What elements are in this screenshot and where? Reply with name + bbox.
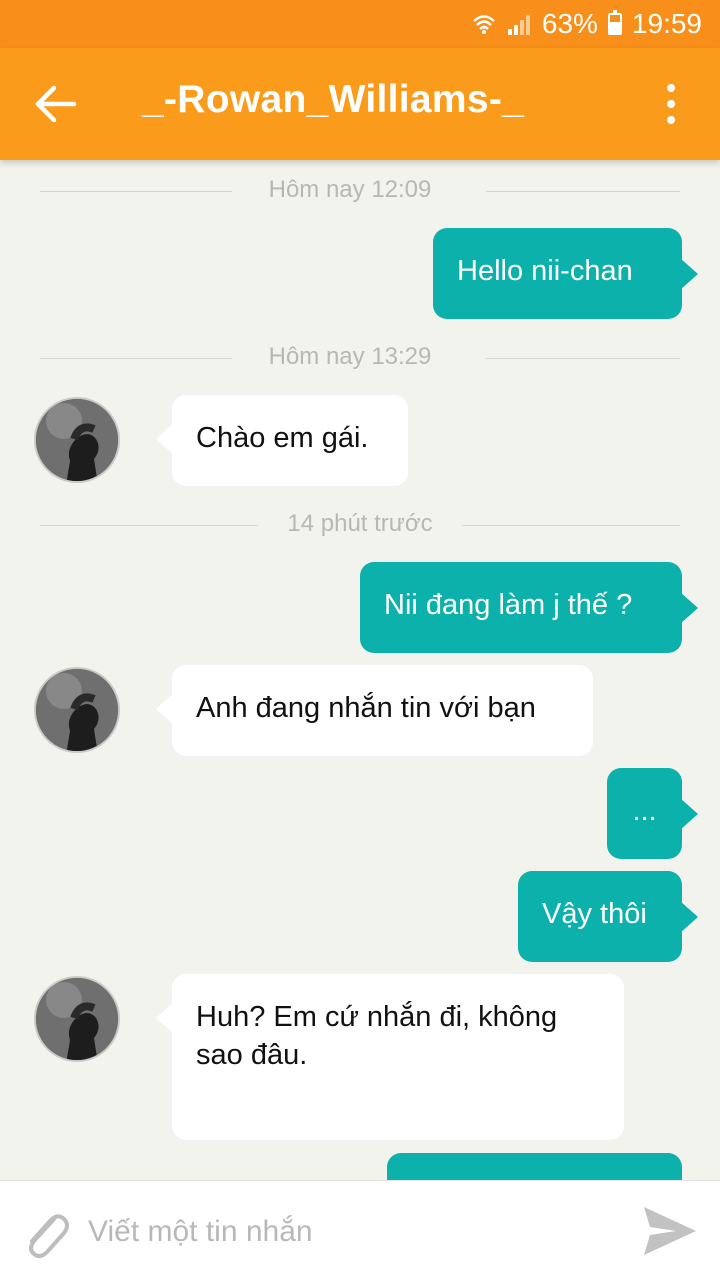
divider-label: Hôm nay 13:29 bbox=[268, 343, 432, 370]
message-bubble-outgoing[interactable]: Hello nii-chan bbox=[433, 228, 698, 319]
message-text: Vậy thôi bbox=[542, 898, 647, 930]
composer-bar bbox=[0, 1180, 720, 1280]
message-bubble-outgoing[interactable]: ... bbox=[607, 768, 698, 859]
avatar[interactable] bbox=[34, 667, 120, 753]
message-bubble-outgoing[interactable] bbox=[387, 1153, 682, 1180]
battery-percent: 63% bbox=[541, 8, 598, 39]
overflow-menu-button[interactable] bbox=[656, 82, 686, 126]
message-bubble-incoming[interactable]: Huh? Em cứ nhắn đi, không sao đâu. bbox=[156, 974, 624, 1140]
divider-label: 14 phút trước bbox=[287, 510, 433, 537]
message-bubble-outgoing[interactable]: Vậy thôi bbox=[518, 871, 698, 962]
app-bar: _-Rowan_Williams-_ bbox=[0, 48, 720, 160]
send-icon bbox=[644, 1207, 696, 1255]
back-button[interactable] bbox=[34, 84, 78, 124]
paperclip-icon bbox=[29, 1214, 69, 1259]
send-button[interactable] bbox=[642, 1205, 698, 1257]
message-text: Huh? Em cứ nhắn đi, không sao đâu. bbox=[196, 1001, 558, 1071]
message-bubble-incoming[interactable]: Chào em gái. bbox=[156, 395, 408, 486]
attach-button[interactable] bbox=[20, 1205, 72, 1261]
message-bubble-incoming[interactable]: Anh đang nhắn tin với bạn bbox=[156, 665, 593, 756]
avatar[interactable] bbox=[34, 976, 120, 1062]
message-input[interactable] bbox=[88, 1207, 608, 1257]
divider-label: Hôm nay 12:09 bbox=[268, 176, 432, 203]
message-text: ... bbox=[632, 795, 657, 827]
time-divider: 14 phút trước bbox=[40, 510, 680, 540]
message-text: Anh đang nhắn tin với bạn bbox=[196, 692, 536, 724]
status-bar: 63% 19:59 bbox=[0, 0, 720, 48]
chat-title: _-Rowan_Williams-_ bbox=[142, 78, 525, 121]
wifi-icon bbox=[472, 13, 496, 35]
avatar[interactable] bbox=[34, 397, 120, 483]
battery-icon bbox=[607, 10, 622, 35]
clock: 19:59 bbox=[631, 8, 702, 39]
time-divider: Hôm nay 12:09 bbox=[40, 176, 680, 206]
message-text: Chào em gái. bbox=[196, 422, 369, 454]
message-bubble-outgoing[interactable]: Nii đang làm j thế ? bbox=[360, 562, 698, 653]
message-text: Nii đang làm j thế ? bbox=[384, 589, 633, 621]
signal-icon bbox=[506, 12, 532, 36]
time-divider: Hôm nay 13:29 bbox=[40, 343, 680, 373]
arrow-left-icon bbox=[35, 85, 77, 123]
message-list[interactable]: Hôm nay 12:09 Hello nii-chan Hôm nay 13:… bbox=[0, 160, 720, 1180]
message-text: Hello nii-chan bbox=[457, 255, 633, 287]
